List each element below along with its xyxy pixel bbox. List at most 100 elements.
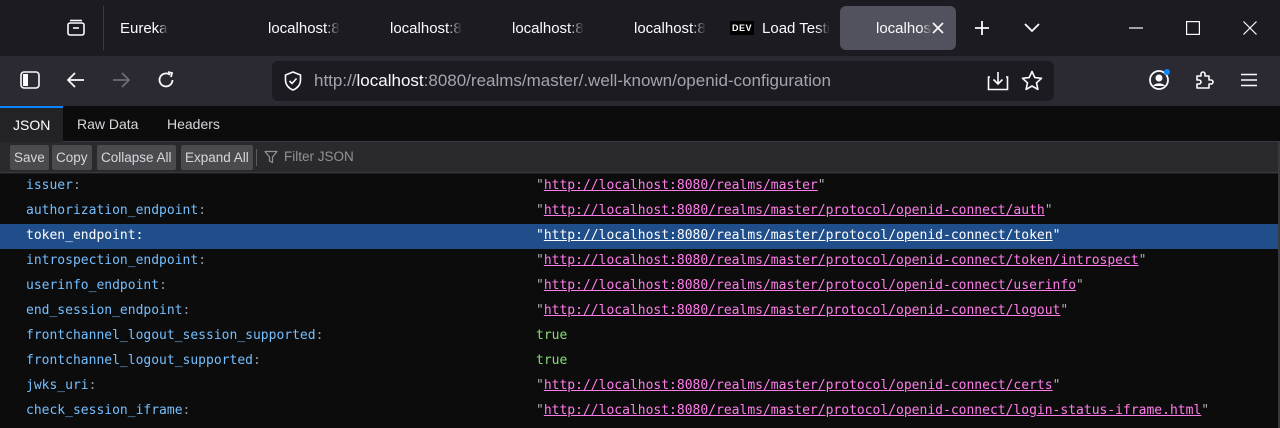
url-path: :8080/realms/master/.well-known/openid-c… bbox=[423, 71, 831, 90]
json-row[interactable]: token_endpoint: "http://localhost:8080/re… bbox=[0, 224, 1280, 249]
close-icon bbox=[1243, 21, 1257, 35]
json-key-text: check_session_iframe bbox=[26, 403, 183, 418]
tab-manager-button[interactable] bbox=[48, 6, 104, 50]
json-key: introspection_endpoint: bbox=[26, 253, 206, 268]
json-key-text: authorization_endpoint bbox=[26, 203, 199, 218]
bookmark-star-icon[interactable] bbox=[1020, 69, 1044, 93]
maximize-icon bbox=[1186, 21, 1200, 35]
close-window-button[interactable] bbox=[1222, 0, 1278, 56]
download-icon[interactable] bbox=[986, 69, 1010, 93]
reload-icon bbox=[158, 71, 174, 88]
json-key-text: issuer bbox=[26, 178, 73, 193]
collapse-all-button[interactable]: Collapse All bbox=[97, 145, 176, 170]
tab-headers[interactable]: Headers bbox=[154, 106, 233, 142]
json-value: true bbox=[536, 328, 567, 343]
tab-raw-data[interactable]: Raw Data bbox=[64, 106, 151, 142]
json-key-text: userinfo_endpoint bbox=[26, 278, 160, 293]
navigation-toolbar: http://localhost:8080/realms/master/.wel… bbox=[0, 56, 1280, 106]
json-key-text: introspection_endpoint bbox=[26, 253, 199, 268]
json-key-text: frontchannel_logout_supported bbox=[26, 353, 253, 368]
json-key-text: frontchannel_logout_session_supported bbox=[26, 328, 316, 343]
toolbar-divider bbox=[256, 149, 257, 166]
json-colon: : bbox=[182, 403, 191, 418]
minimize-button[interactable] bbox=[1108, 0, 1164, 56]
json-key: check_session_iframe: bbox=[26, 403, 190, 418]
json-colon: : bbox=[182, 303, 191, 318]
quote-mark: " bbox=[817, 178, 826, 193]
json-row[interactable]: introspection_endpoint: "http://localhost… bbox=[0, 249, 1280, 274]
json-url-link[interactable]: http://localhost:8080/realms/master/prot… bbox=[544, 228, 1053, 243]
maximize-button[interactable] bbox=[1165, 0, 1221, 56]
save-button[interactable]: Save bbox=[10, 145, 49, 170]
tab-localhost-2[interactable]: localhost:8080 bbox=[376, 6, 490, 50]
new-tab-button[interactable] bbox=[960, 6, 1004, 50]
list-all-tabs-button[interactable] bbox=[1010, 6, 1054, 50]
tab-json[interactable]: JSON bbox=[0, 106, 64, 142]
quote-mark: " bbox=[1201, 403, 1210, 418]
url-bar[interactable]: http://localhost:8080/realms/master/.wel… bbox=[272, 61, 1054, 101]
filter-json-input[interactable]: Filter JSON bbox=[284, 149, 354, 164]
json-url-link[interactable]: http://localhost:8080/realms/master/prot… bbox=[544, 303, 1061, 318]
copy-button[interactable]: Copy bbox=[52, 145, 92, 170]
json-url-link[interactable]: http://localhost:8080/realms/master/prot… bbox=[544, 253, 1139, 268]
json-row[interactable]: end_session_endpoint: "http://localhost:8… bbox=[0, 299, 1280, 324]
json-value: true bbox=[536, 353, 567, 368]
json-value: "http://localhost:8080/realms/master/pro… bbox=[536, 203, 1053, 218]
json-colon: : bbox=[72, 178, 81, 193]
quote-mark: " bbox=[536, 203, 544, 218]
json-colon: : bbox=[88, 378, 97, 393]
account-button[interactable] bbox=[1141, 62, 1177, 98]
json-value: "http://localhost:8080/realms/master/pro… bbox=[536, 228, 1060, 243]
tab-label: localhost:8080 bbox=[512, 19, 584, 37]
json-row[interactable]: frontchannel_logout_session_supported: tr… bbox=[0, 324, 1280, 349]
quote-mark: " bbox=[536, 228, 544, 243]
back-button[interactable] bbox=[58, 62, 94, 98]
expand-all-button[interactable]: Expand All bbox=[181, 145, 253, 170]
tab-label: Eureka bbox=[120, 19, 168, 37]
url-text[interactable]: http://localhost:8080/realms/master/.wel… bbox=[314, 71, 831, 91]
json-url-link[interactable]: http://localhost:8080/realms/master bbox=[544, 178, 818, 193]
json-colon: : bbox=[315, 328, 324, 343]
sidebar-button[interactable] bbox=[12, 62, 48, 98]
tab-eureka[interactable]: Eureka bbox=[106, 6, 220, 50]
json-colon: : bbox=[135, 228, 144, 243]
shield-icon[interactable] bbox=[281, 69, 305, 93]
json-row[interactable]: frontchannel_logout_supported: true bbox=[0, 349, 1280, 374]
json-row[interactable]: issuer: "http://localhost:8080/realms/mas… bbox=[0, 174, 1280, 199]
tab-localhost-active[interactable]: localhost bbox=[840, 6, 956, 50]
json-colon: : bbox=[198, 203, 207, 218]
json-toolbar: Save Copy Collapse All Expand All Filter… bbox=[0, 142, 1280, 173]
json-url-link[interactable]: http://localhost:8080/realms/master/prot… bbox=[544, 378, 1053, 393]
quote-mark: " bbox=[1138, 253, 1147, 268]
json-url-link[interactable]: http://localhost:8080/realms/master/prot… bbox=[544, 403, 1201, 418]
tab-localhost-3[interactable]: localhost:8080 bbox=[498, 6, 612, 50]
close-tab-icon[interactable] bbox=[928, 18, 948, 38]
json-row[interactable]: jwks_uri: "http://localhost:8080/realms/m… bbox=[0, 374, 1280, 399]
json-url-link[interactable]: http://localhost:8080/realms/master/prot… bbox=[544, 203, 1045, 218]
json-boolean: true bbox=[536, 328, 568, 343]
tab-localhost-1[interactable]: localhost:8080 bbox=[254, 6, 368, 50]
quote-mark: " bbox=[1052, 378, 1061, 393]
json-row[interactable]: authorization_endpoint: "http://localhost… bbox=[0, 199, 1280, 224]
forward-button[interactable] bbox=[103, 62, 139, 98]
sidebar-icon bbox=[20, 71, 40, 89]
tab-load-testing[interactable]: DEV Load Testing bbox=[716, 6, 830, 50]
json-key: end_session_endpoint: bbox=[26, 303, 190, 318]
puzzle-icon bbox=[1196, 71, 1214, 89]
json-row[interactable]: check_session_iframe: "http://localhost:8… bbox=[0, 399, 1280, 424]
tab-label: localhost:8080 bbox=[634, 19, 706, 37]
json-row[interactable]: userinfo_endpoint: "http://localhost:8080… bbox=[0, 274, 1280, 299]
tab-label: localhost:8080 bbox=[268, 19, 340, 37]
reload-button[interactable] bbox=[148, 62, 184, 98]
extensions-button[interactable] bbox=[1186, 62, 1222, 98]
app-menu-button[interactable] bbox=[1231, 62, 1267, 98]
json-url-link[interactable]: http://localhost:8080/realms/master/prot… bbox=[544, 278, 1076, 293]
json-colon: : bbox=[252, 353, 261, 368]
json-viewer-tabs: JSON Raw Data Headers bbox=[0, 106, 1280, 142]
json-key: jwks_uri: bbox=[26, 378, 96, 393]
json-key: userinfo_endpoint: bbox=[26, 278, 167, 293]
account-icon bbox=[1149, 69, 1170, 90]
json-value: "http://localhost:8080/realms/master" bbox=[536, 178, 826, 193]
json-key: token_endpoint: bbox=[26, 228, 143, 243]
json-rows: issuer: "http://localhost:8080/realms/mas… bbox=[0, 174, 1280, 428]
